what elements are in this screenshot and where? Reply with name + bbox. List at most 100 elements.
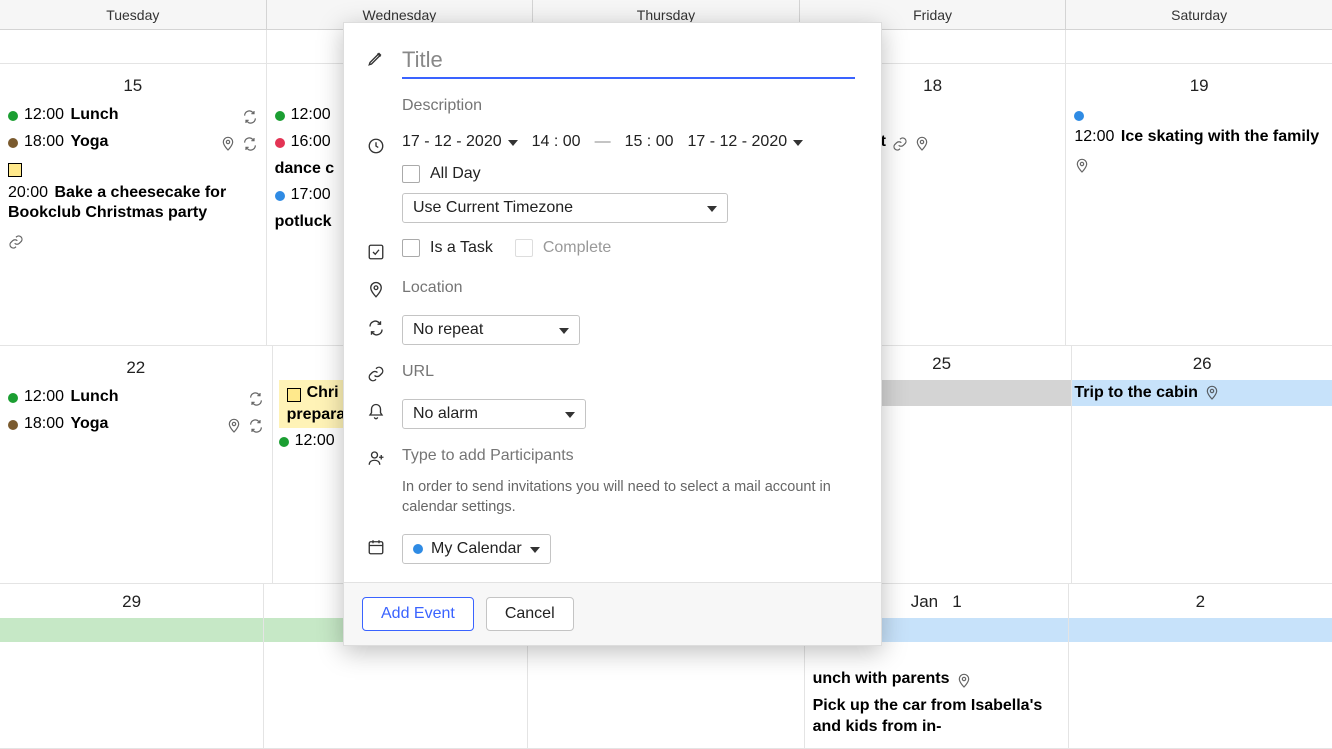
all-day-label: All Day <box>430 165 481 183</box>
calendar-value: My Calendar <box>431 540 522 558</box>
location-input[interactable] <box>402 277 855 299</box>
repeat-select[interactable]: No repeat <box>402 315 580 345</box>
event-dot-icon <box>8 393 18 403</box>
chevron-down-icon <box>530 540 540 558</box>
link-icon <box>366 361 386 383</box>
event-task-icon <box>287 388 301 402</box>
calendar-color-dot <box>413 544 423 554</box>
repeat-icon <box>242 136 258 152</box>
event-dot-icon <box>275 191 285 201</box>
task-icon <box>366 239 386 261</box>
end-date-picker[interactable]: 17 - 12 - 2020 <box>688 133 804 151</box>
event-time: 12:00 <box>295 431 335 452</box>
title-input[interactable] <box>402 45 855 79</box>
start-date-picker[interactable]: 17 - 12 - 2020 <box>402 133 518 151</box>
timezone-select[interactable]: Use Current Timezone <box>402 193 728 223</box>
day-cell-2[interactable]: 2 <box>1069 584 1332 748</box>
event-time: 16:00 <box>291 132 331 153</box>
is-task-label: Is a Task <box>430 239 493 257</box>
location-icon <box>366 277 386 299</box>
is-task-checkbox[interactable] <box>402 239 420 257</box>
participants-hint: In order to send invitations you will ne… <box>402 477 855 518</box>
repeat-value: No repeat <box>413 321 483 339</box>
date-number: 29 <box>0 584 263 618</box>
event-title: Pick up the car from Isabella's and kids… <box>813 696 1066 738</box>
event-dot-icon <box>1074 111 1084 121</box>
event-time: 12:00 <box>1074 128 1114 145</box>
event[interactable]: 12:00 Lunch <box>6 384 266 411</box>
location-icon <box>914 136 930 152</box>
chevron-down-icon <box>559 321 569 339</box>
multiday-event[interactable] <box>0 618 264 642</box>
event-time: 17:00 <box>291 185 331 206</box>
chevron-down-icon <box>793 133 803 151</box>
day-cell-19[interactable]: 19 12:00 Ice skating with the family <box>1066 64 1332 345</box>
pencil-icon <box>366 45 386 67</box>
bell-icon <box>366 399 386 421</box>
time-separator: — <box>595 133 611 151</box>
new-event-modal: 17 - 12 - 2020 14 : 00 — 15 : 00 17 - 12… <box>343 22 882 646</box>
url-input[interactable] <box>402 361 855 383</box>
day-cell[interactable] <box>1066 30 1332 63</box>
event-time: 12:00 <box>291 105 331 126</box>
day-cell-26[interactable]: 26 Trip to the cabin <box>1072 346 1332 583</box>
alarm-value: No alarm <box>413 405 478 423</box>
location-icon <box>1074 158 1090 174</box>
location-icon <box>1204 385 1220 401</box>
event[interactable]: 12:00 Lunch <box>6 102 260 129</box>
description-input[interactable] <box>402 95 855 117</box>
add-event-button[interactable]: Add Event <box>362 597 474 631</box>
complete-checkbox[interactable] <box>515 239 533 257</box>
event-task-icon <box>8 163 22 177</box>
event[interactable]: Pick up the car from Isabella's and kids… <box>805 693 1068 741</box>
event-dot-icon <box>8 420 18 430</box>
event-title: Ice skating with the family <box>1121 128 1319 145</box>
date-number: 22 <box>6 350 266 384</box>
event[interactable]: 12:00 Ice skating with the family <box>1072 102 1326 177</box>
repeat-icon <box>366 315 386 337</box>
event-time: 12:00 <box>24 388 64 405</box>
date-number: 15 <box>6 68 260 102</box>
day-cell-22[interactable]: 22 12:00 Lunch 18:00 Yoga <box>0 346 273 583</box>
event-dot-icon <box>8 138 18 148</box>
event[interactable]: unch with parents <box>805 666 1068 693</box>
all-day-checkbox[interactable] <box>402 165 420 183</box>
start-time-picker[interactable]: 14 : 00 <box>532 133 581 151</box>
link-icon <box>8 234 24 250</box>
date-number: 26 <box>1072 346 1332 380</box>
event-title: unch with parents <box>813 669 950 690</box>
chevron-down-icon <box>707 199 717 217</box>
participants-icon <box>366 445 386 467</box>
day-cell-15[interactable]: 15 12:00 Lunch 18:00 Yoga 20:00 Bake a c… <box>0 64 267 345</box>
event[interactable]: 18:00 Yoga <box>6 411 266 438</box>
timezone-value: Use Current Timezone <box>413 199 573 217</box>
header-tuesday: Tuesday <box>0 0 267 29</box>
date-number: 2 <box>1069 584 1332 618</box>
end-time-picker[interactable]: 15 : 00 <box>625 133 674 151</box>
event-title: Chri <box>307 384 339 402</box>
clock-icon <box>366 133 386 155</box>
event-title: Trip to the cabin <box>1074 384 1198 402</box>
day-cell[interactable] <box>0 30 267 63</box>
repeat-icon <box>248 418 264 434</box>
event-time: 18:00 <box>24 133 64 150</box>
event[interactable]: 20:00 Bake a cheesecake for Bookclub Chr… <box>6 156 260 254</box>
calendar-select[interactable]: My Calendar <box>402 534 551 564</box>
multiday-event[interactable]: Trip to the cabin <box>1072 380 1332 406</box>
repeat-icon <box>248 391 264 407</box>
event-dot-icon <box>8 111 18 121</box>
alarm-select[interactable]: No alarm <box>402 399 586 429</box>
event-time: 18:00 <box>24 415 64 432</box>
date-number: 19 <box>1072 68 1326 102</box>
event[interactable]: 18:00 Yoga <box>6 129 260 156</box>
participants-input[interactable] <box>402 445 855 467</box>
location-icon <box>956 673 972 689</box>
event-dot-icon <box>275 111 285 121</box>
calendar-icon <box>366 534 386 556</box>
event-dot-icon <box>279 437 289 447</box>
cancel-button[interactable]: Cancel <box>486 597 574 631</box>
multiday-event[interactable] <box>1069 618 1332 642</box>
event-title: Lunch <box>71 106 119 123</box>
chevron-down-icon <box>508 133 518 151</box>
day-cell-29[interactable]: 29 <box>0 584 264 748</box>
